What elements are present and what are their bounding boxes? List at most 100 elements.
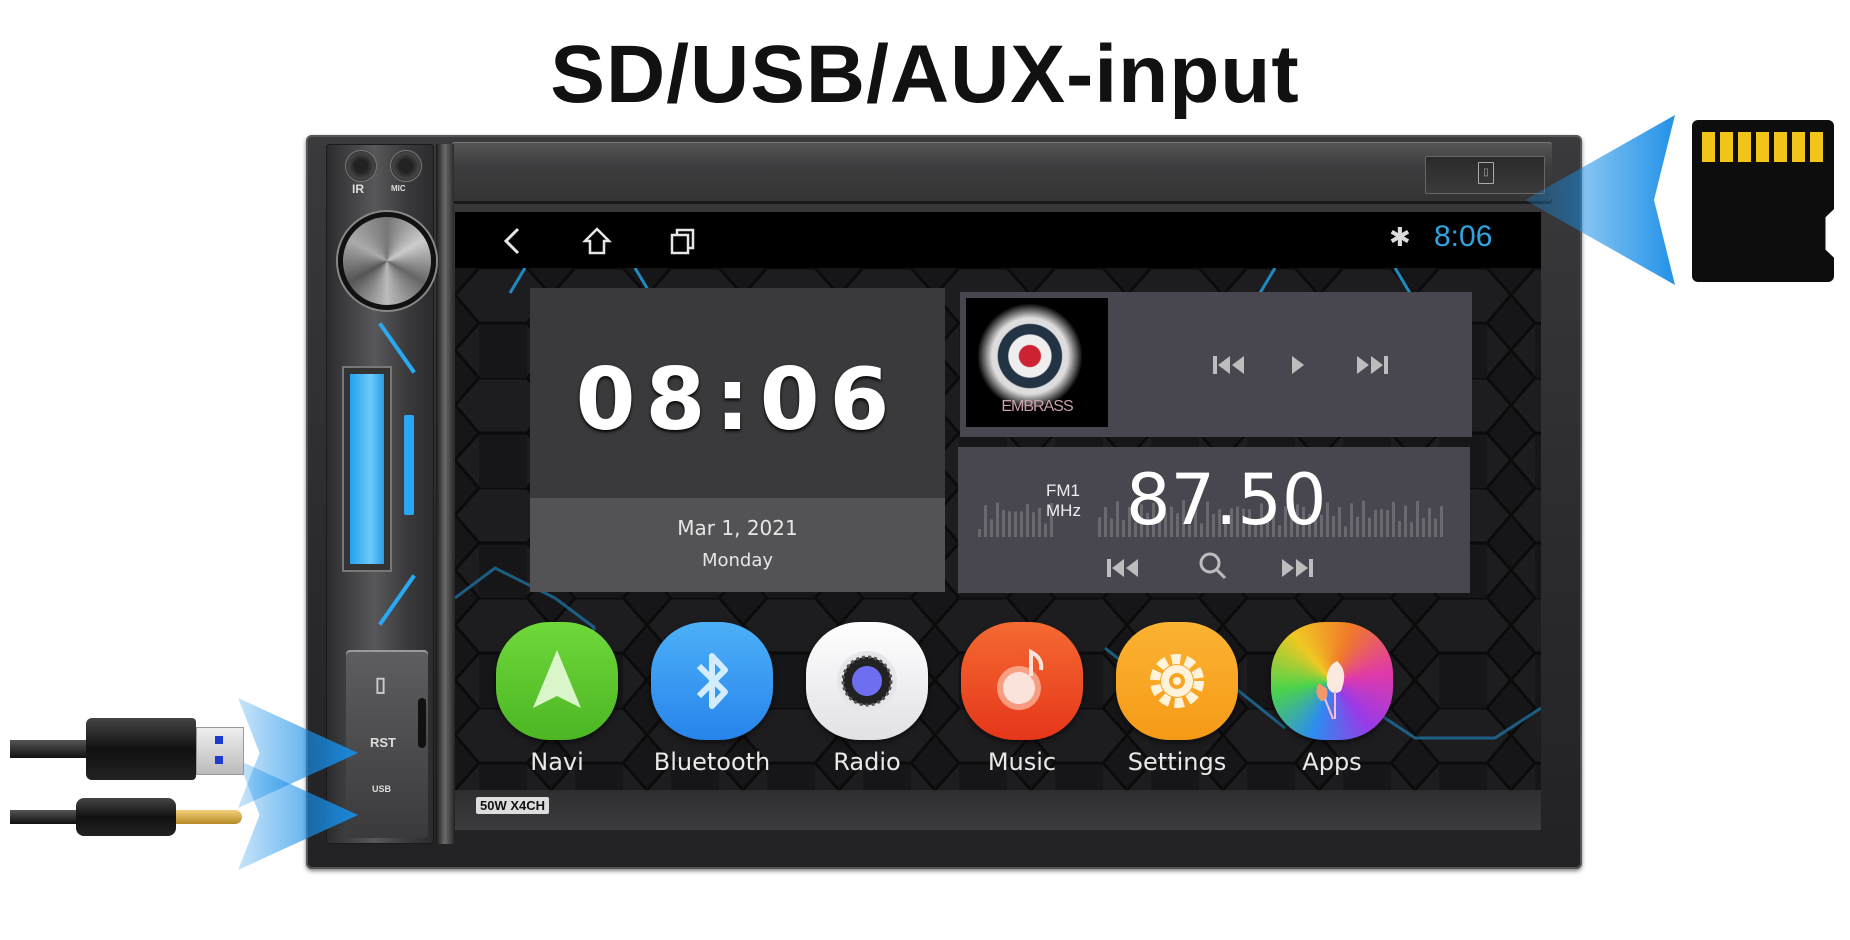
sd-pin — [1720, 132, 1733, 162]
spectrum-bar — [1002, 510, 1005, 537]
app-label: Navi — [530, 748, 584, 776]
spectrum-bar — [1434, 518, 1437, 537]
app-label: Music — [987, 748, 1057, 776]
app-label: Settings — [1127, 748, 1227, 776]
gear-icon — [1116, 622, 1238, 740]
spectrum-bar — [1392, 501, 1395, 537]
clock-day: Monday — [701, 550, 774, 571]
home-button[interactable] — [580, 224, 614, 258]
status-time: 8:06 — [1434, 220, 1493, 253]
usb-cable — [10, 740, 90, 758]
next-track-button[interactable] — [1355, 352, 1389, 383]
mic-port — [390, 150, 422, 182]
spectrum-bar — [1098, 517, 1101, 537]
app-navi[interactable]: Navi — [493, 622, 621, 776]
sd-pin — [1774, 132, 1787, 162]
radio-unit-label: MHz — [1046, 501, 1081, 520]
app-radio[interactable]: Radio — [803, 622, 931, 776]
ir-sensor — [345, 150, 377, 182]
usb-contact — [215, 736, 223, 744]
spectrum-bar — [1344, 526, 1347, 537]
spectrum-bar — [990, 519, 993, 537]
rst-button[interactable]: RST — [370, 735, 396, 750]
usb-port[interactable]: USB — [372, 784, 391, 794]
app-label: Apps — [1302, 748, 1362, 776]
usb-contact — [215, 756, 223, 764]
app-label: Bluetooth — [653, 748, 771, 776]
back-arrow-icon — [503, 227, 520, 255]
usb-plug-body — [86, 718, 196, 780]
spectrum-bar — [1374, 509, 1377, 537]
spectrum-bar — [1104, 506, 1107, 537]
spectrum-bar — [1110, 518, 1113, 537]
top-bezel-strip — [452, 142, 1552, 204]
status-bar: ✱ 8:06 — [455, 212, 1541, 268]
seek-forward-icon — [1282, 559, 1313, 577]
spectrum-bar — [1416, 501, 1419, 537]
app-music[interactable]: Music — [958, 622, 1086, 776]
app-label: Radio — [833, 748, 901, 776]
aux-plug-icon — [176, 810, 242, 824]
seek-back-button[interactable] — [1106, 555, 1140, 586]
spectrum-bar — [1026, 504, 1029, 537]
album-title: EMBRASS — [1001, 398, 1073, 415]
spectrum-bar — [1008, 511, 1011, 537]
radio-dial-icon — [806, 622, 928, 740]
spectrum-bar — [1350, 503, 1353, 537]
bluetooth-status-icon: ✱ — [1389, 222, 1411, 252]
tulip-icon — [1271, 622, 1393, 740]
touchscreen: ✱ 8:06 08:06 Mar 1, 2021 Monday EMBRASS … — [455, 212, 1541, 790]
power-rating-badge: 50W X4CH — [476, 797, 550, 814]
back-button[interactable] — [495, 224, 529, 258]
spectrum-bar — [1428, 507, 1431, 537]
radio-widget[interactable]: FM1 MHz 87.50 — [958, 447, 1470, 593]
page-title: SD/USB/AUX-input — [550, 29, 1300, 120]
app-settings[interactable]: Settings — [1113, 622, 1241, 776]
spectrum-bar — [1032, 512, 1035, 537]
date-strip: Mar 1, 2021 Monday — [530, 498, 945, 592]
recent-apps-icon — [670, 228, 695, 255]
next-track-icon — [1357, 356, 1388, 374]
mode-button-panel[interactable] — [344, 368, 390, 570]
radio-band: FM1 MHz — [1046, 481, 1081, 521]
seek-forward-button[interactable] — [1280, 555, 1314, 586]
spectrum-bar — [978, 529, 981, 537]
music-note-icon — [961, 622, 1083, 740]
seek-back-icon — [1107, 559, 1138, 577]
sd-pin — [1756, 132, 1769, 162]
spectrum-bar — [1356, 516, 1359, 537]
sd-port-icon: ▯ — [375, 674, 387, 696]
usb-a-plug-icon — [196, 727, 244, 775]
sd-card-icon: ▯ — [1478, 162, 1494, 184]
music-widget[interactable]: EMBRASS — [960, 292, 1472, 437]
spectrum-bar — [1404, 505, 1407, 537]
seek-button[interactable] — [404, 415, 414, 515]
recent-apps-button[interactable] — [665, 224, 699, 258]
spectrum-bar — [1326, 502, 1329, 537]
aux-cable — [10, 810, 80, 824]
spectrum-bar — [1410, 522, 1413, 537]
play-button[interactable] — [1290, 352, 1306, 383]
app-bluetooth[interactable]: Bluetooth — [648, 622, 776, 776]
clock-date: Mar 1, 2021 — [677, 516, 798, 540]
play-icon — [1292, 356, 1304, 374]
spectrum-bar — [1020, 511, 1023, 537]
scan-button[interactable] — [1198, 551, 1228, 588]
previous-track-button[interactable] — [1212, 352, 1246, 383]
spectrum-bar — [1332, 515, 1335, 537]
clock-widget[interactable]: 08:06 Mar 1, 2021 Monday — [530, 288, 945, 592]
spectrum-bar — [1368, 517, 1371, 537]
spectrum-bar — [1440, 505, 1443, 537]
radio-band-label: FM1 — [1046, 481, 1080, 500]
spectrum-bar — [1380, 509, 1383, 537]
app-apps[interactable]: Apps — [1268, 622, 1396, 776]
bottom-bezel — [455, 790, 1541, 830]
volume-knob[interactable] — [338, 212, 436, 310]
spectrum-bar — [1362, 500, 1365, 537]
spectrum-bar — [1338, 507, 1341, 537]
radio-frequency: 87.50 — [1126, 459, 1327, 541]
mic-label: MIC — [391, 184, 406, 193]
spectrum-bar — [1122, 520, 1125, 537]
album-art: EMBRASS — [966, 298, 1108, 427]
side-sd-slot[interactable] — [418, 698, 426, 748]
